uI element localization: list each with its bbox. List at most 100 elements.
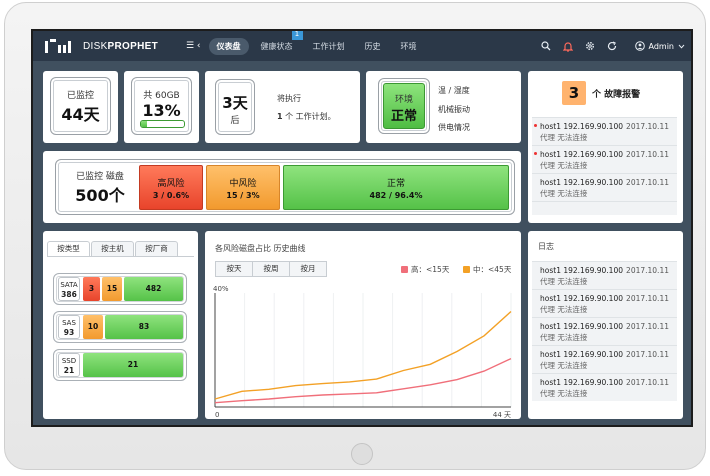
capacity-box: 共 60GB 13% xyxy=(131,77,192,135)
type-label-box: SSD 21 xyxy=(58,353,80,377)
period-tab-day[interactable]: 按天 xyxy=(215,261,253,277)
plan-count: 1 xyxy=(277,112,283,121)
high-risk-value: 3 / 0.6% xyxy=(152,190,190,200)
type-name: SATA xyxy=(60,281,78,289)
alarm-bell-icon[interactable] xyxy=(562,41,573,52)
type-label-box: SAS 93 xyxy=(58,315,80,339)
plan-text-line1: 将执行 xyxy=(277,94,301,103)
nav-env-label: 环境 xyxy=(400,41,417,51)
env-item-temp-humidity: 温 / 湿度 xyxy=(438,86,470,95)
monitored-disks-label: 已监控 磁盘 xyxy=(76,172,124,182)
disk-type-panel: 按类型 按主机 按厂商 SATA 386 3 15 482 SAS 93 10 83… xyxy=(43,231,198,419)
high-risk-segment[interactable]: 高风险 3 / 0.6% xyxy=(139,165,203,210)
alarm-message: 代理 无法连接 xyxy=(540,189,588,198)
alarm-title: 个 故障报警 xyxy=(592,89,641,100)
logo-icon xyxy=(45,39,71,53)
brand-name: DISKPROPHET xyxy=(83,41,158,52)
alarm-row[interactable]: host1 192.169.90.100 2017.10.11 代理 无法连接 xyxy=(532,145,677,173)
log-row[interactable]: host1 192.169.90.100 2017.10.11 代理 无法连接 xyxy=(532,289,677,317)
period-tab-month[interactable]: 按月 xyxy=(289,261,327,277)
legend-high-swatch xyxy=(401,266,408,273)
menu-toggle-icon[interactable]: ☰ ‹ xyxy=(186,41,201,51)
type-name: SSD xyxy=(61,357,77,365)
log-row[interactable]: host1 192.169.90.100 2017.10.11 代理 无法连接 xyxy=(532,261,677,289)
env-item-vibration: 机械振动 xyxy=(438,105,470,114)
y-axis-max-label: 40% xyxy=(213,285,229,293)
disk-type-row-ssd[interactable]: SSD 21 21 xyxy=(53,349,187,381)
plan-text-line2: 1 个 工作计划。 xyxy=(277,111,336,122)
alarm-row[interactable]: host1 192.169.90.100 2017.10.11 代理 无法连接 xyxy=(532,173,677,201)
env-status-box: 环境 正常 xyxy=(383,83,425,129)
normal-segment[interactable]: 正常 482 / 96.4% xyxy=(283,165,509,210)
capacity-bar-fill xyxy=(141,121,147,127)
env-value: 正常 xyxy=(390,109,417,124)
tab-divider xyxy=(47,256,194,257)
log-date: 2017.10.11 xyxy=(626,322,669,331)
settings-gear-icon[interactable] xyxy=(585,41,595,51)
mid-risk-segment[interactable]: 中风险 15 / 3% xyxy=(206,165,280,210)
log-row[interactable]: host1 192.169.90.100 2017.10.11 代理 无法连接 xyxy=(532,373,677,401)
tab-by-host[interactable]: 按主机 xyxy=(91,241,134,257)
period-tabs: 按天 按周 按月 xyxy=(215,261,327,277)
alarm-date: 2017.10.11 xyxy=(626,178,669,187)
top-right-tools: Admin xyxy=(540,41,686,52)
log-host: host1 192.169.90.100 xyxy=(540,350,623,359)
type-total: 21 xyxy=(63,366,75,375)
monitored-days-box: 已监控 44天 xyxy=(50,77,111,135)
alarm-count: 3 xyxy=(562,81,586,105)
nav-health-status[interactable]: 健康状态 1 xyxy=(253,31,303,55)
refresh-icon[interactable] xyxy=(607,41,617,51)
log-message: 代理 无法连接 xyxy=(540,361,588,370)
brand-suffix: PROPHET xyxy=(107,40,158,52)
capacity-label: 共 60GB xyxy=(143,91,180,101)
type-label-box: SATA 386 xyxy=(58,277,80,301)
chevron-down-icon xyxy=(678,44,685,49)
alarm-header: 3 个 故障报警 xyxy=(562,81,640,105)
capacity-panel: 共 60GB 13% xyxy=(124,71,199,143)
log-date: 2017.10.11 xyxy=(626,378,669,387)
period-tab-week[interactable]: 按周 xyxy=(252,261,290,277)
disk-type-row-sas[interactable]: SAS 93 10 83 xyxy=(53,311,187,343)
type-normal-count: 83 xyxy=(105,315,183,339)
nav-dashboard[interactable]: 仪表盘 xyxy=(208,37,249,55)
disk-type-row-sata[interactable]: SATA 386 3 15 482 xyxy=(53,273,187,305)
unread-dot-icon xyxy=(534,152,537,155)
nav-health-label: 健康状态 xyxy=(260,41,293,51)
normal-value: 482 / 96.4% xyxy=(369,190,423,200)
nav-plan-label: 工作计划 xyxy=(312,41,345,51)
nav-history-label: 历史 xyxy=(364,41,381,51)
alarm-date: 2017.10.11 xyxy=(626,122,669,131)
x-axis-end-label: 44 天 xyxy=(493,411,511,419)
normal-label: 正常 xyxy=(386,178,405,189)
nav-history[interactable]: 历史 xyxy=(357,38,389,55)
tab-by-vendor[interactable]: 按厂商 xyxy=(135,241,178,257)
alarm-row[interactable]: host1 192.169.90.100 2017.10.11 代理 无法连接 xyxy=(532,117,677,145)
history-line-chart: 40% 0 44 天 xyxy=(213,285,512,419)
env-item-power: 供电情况 xyxy=(438,123,470,132)
log-row[interactable]: host1 192.169.90.100 2017.10.11 代理 无法连接 xyxy=(532,345,677,373)
unread-dot-icon xyxy=(534,124,537,127)
capacity-value: 13% xyxy=(142,101,181,120)
legend-mid-swatch xyxy=(463,266,470,273)
nav-environment[interactable]: 环境 xyxy=(393,38,425,55)
admin-menu[interactable]: Admin xyxy=(634,41,686,51)
alarm-host: host1 192.169.90.100 xyxy=(540,178,623,187)
legend-mid-label: 中：<45天 xyxy=(473,265,512,274)
log-row[interactable]: host1 192.169.90.100 2017.10.11 代理 无法连接 xyxy=(532,317,677,345)
tab-by-type[interactable]: 按类型 xyxy=(47,241,90,257)
nav-work-plan[interactable]: 工作计划 xyxy=(305,38,353,55)
notification-badge: 1 xyxy=(291,31,303,40)
legend-high-label: 高：<15天 xyxy=(411,265,450,274)
app-screen: DISKPROPHET ☰ ‹ 仪表盘 健康状态 1 工作计划 历史 环境 Adm… xyxy=(31,29,693,427)
monitored-disks-value: 500个 xyxy=(75,186,125,205)
risk-history-panel: 各风险磁盘占比 历史曲线 按天 按周 按月 高：<15天 中：<45天 40% 0… xyxy=(205,231,521,419)
fault-alarm-panel: 3 个 故障报警 host1 192.169.90.100 2017.10.11… xyxy=(528,71,683,223)
monitored-label: 已监控 xyxy=(66,91,94,101)
search-icon[interactable] xyxy=(540,41,551,51)
type-high-risk-count: 3 xyxy=(83,277,100,301)
alarm-host: host1 192.169.90.100 xyxy=(540,122,623,131)
legend-high: 高：<15天 xyxy=(401,264,449,275)
history-title: 各风险磁盘占比 历史曲线 xyxy=(215,244,306,253)
env-box: 环境 正常 xyxy=(378,78,430,134)
alarm-message: 代理 无法连接 xyxy=(540,133,588,142)
